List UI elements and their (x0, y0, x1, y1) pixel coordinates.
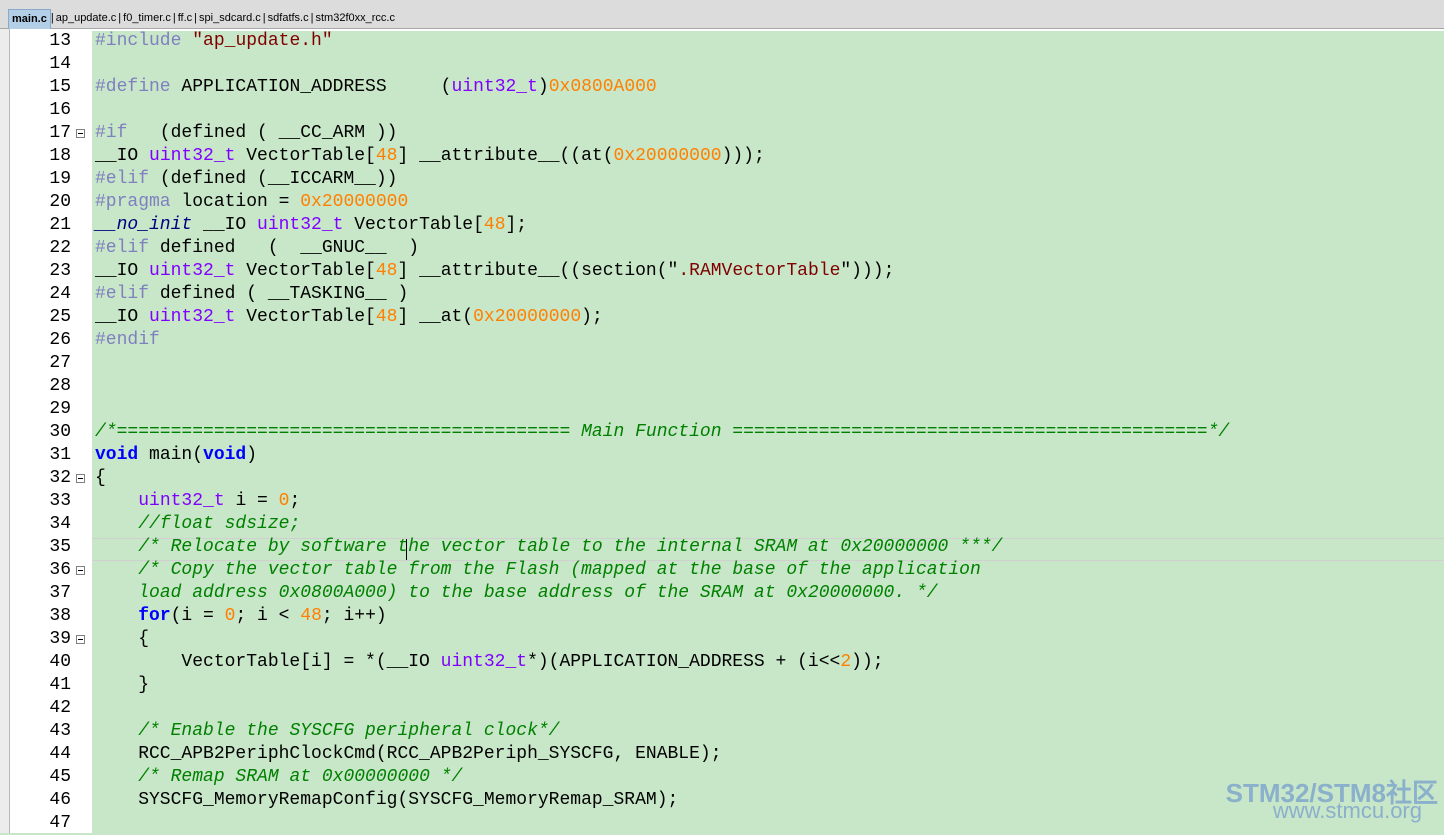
code-line[interactable]: SYSCFG_MemoryRemapConfig(SYSCFG_MemoryRe… (95, 789, 678, 812)
tab-main-c[interactable]: main.c (8, 9, 51, 29)
line-number: 32 (49, 468, 71, 488)
watermark-url: www.stmcu.org (1272, 798, 1422, 823)
code-line[interactable]: { (95, 628, 149, 651)
code-line[interactable]: RCC_APB2PeriphClockCmd(RCC_APB2Periph_SY… (95, 743, 721, 766)
line-number: 31 (49, 445, 71, 465)
bookmark-margin[interactable] (0, 29, 10, 833)
line-number: 18 (49, 146, 71, 166)
code-line[interactable]: } (95, 674, 149, 697)
fold-toggle-icon[interactable] (76, 566, 85, 575)
tab-stm32f0xx-rcc-c[interactable]: stm32f0xx_rcc.c (313, 9, 396, 29)
line-number: 33 (49, 491, 71, 511)
code-line[interactable]: /*======================================… (95, 421, 1229, 444)
tab-f0-timer-c[interactable]: f0_timer.c (121, 9, 173, 29)
fold-toggle-icon[interactable] (76, 129, 85, 138)
code-line[interactable]: /* Enable the SYSCFG peripheral clock*/ (95, 720, 559, 743)
line-number: 13 (49, 31, 71, 51)
line-number: 35 (49, 537, 71, 557)
code-line[interactable]: /* Relocate by software the vector table… (95, 536, 1002, 559)
line-number: 16 (49, 100, 71, 120)
line-number: 28 (49, 376, 71, 396)
code-line[interactable]: #define APPLICATION_ADDRESS (uint32_t)0x… (95, 76, 657, 99)
line-number: 37 (49, 583, 71, 603)
line-number: 22 (49, 238, 71, 258)
text-caret (406, 539, 407, 560)
line-number: 17 (49, 123, 71, 143)
line-number: 23 (49, 261, 71, 281)
code-line[interactable]: #include "ap_update.h" (95, 30, 333, 53)
tab-spi-sdcard-c[interactable]: spi_sdcard.c (197, 9, 263, 29)
code-line[interactable]: for(i = 0; i < 48; i++) (95, 605, 386, 628)
line-number: 38 (49, 606, 71, 626)
code-line[interactable]: __IO uint32_t VectorTable[48] __attribut… (95, 145, 765, 168)
file-tab-bar: main.c | ap_update.c | f0_timer.c | ff.c | spi_s… (0, 0, 1444, 29)
code-line[interactable]: #pragma location = 0x20000000 (95, 191, 408, 214)
code-line[interactable]: load address 0x0800A000) to the base add… (95, 582, 937, 605)
line-number: 21 (49, 215, 71, 235)
line-number: 29 (49, 399, 71, 419)
line-number: 45 (49, 767, 71, 787)
code-line[interactable]: #elif defined ( __TASKING__ ) (95, 283, 408, 306)
code-line[interactable]: VectorTable[i] = *(__IO uint32_t*)(APPLI… (95, 651, 883, 674)
tab-strip: main.c | ap_update.c | f0_timer.c | ff.c | spi_s… (8, 9, 397, 29)
line-number: 46 (49, 790, 71, 810)
tab-ap-update-c[interactable]: ap_update.c (54, 9, 119, 29)
line-number: 43 (49, 721, 71, 741)
code-line[interactable]: #endif (95, 329, 160, 352)
code-line[interactable]: #elif defined ( __GNUC__ ) (95, 237, 419, 260)
code-line[interactable]: __no_init __IO uint32_t VectorTable[48]; (95, 214, 527, 237)
line-number: 47 (49, 813, 71, 833)
line-number: 30 (49, 422, 71, 442)
line-number: 19 (49, 169, 71, 189)
code-line[interactable]: /* Remap SRAM at 0x00000000 */ (95, 766, 462, 789)
code-line[interactable]: #if (defined ( __CC_ARM )) (95, 122, 397, 145)
code-line[interactable]: #elif (defined (__ICCARM__)) (95, 168, 397, 191)
line-number: 20 (49, 192, 71, 212)
code-line[interactable]: void main(void) (95, 444, 257, 467)
line-number: 26 (49, 330, 71, 350)
code-line[interactable]: /* Copy the vector table from the Flash … (95, 559, 981, 582)
fold-toggle-icon[interactable] (76, 474, 85, 483)
line-number: 40 (49, 652, 71, 672)
line-number: 15 (49, 77, 71, 97)
code-line[interactable]: //float sdsize; (95, 513, 300, 536)
line-number: 34 (49, 514, 71, 534)
line-number: 42 (49, 698, 71, 718)
line-number: 36 (49, 560, 71, 580)
line-number: 24 (49, 284, 71, 304)
code-line[interactable]: __IO uint32_t VectorTable[48] __at(0x200… (95, 306, 603, 329)
line-number: 41 (49, 675, 71, 695)
fold-toggle-icon[interactable] (76, 635, 85, 644)
line-number: 14 (49, 54, 71, 74)
code-line[interactable]: { (95, 467, 106, 490)
code-line[interactable]: uint32_t i = 0; (95, 490, 300, 513)
line-number: 27 (49, 353, 71, 373)
code-line[interactable]: __IO uint32_t VectorTable[48] __attribut… (95, 260, 894, 283)
tab-sdfatfs-c[interactable]: sdfatfs.c (266, 9, 311, 29)
line-number: 44 (49, 744, 71, 764)
line-number: 39 (49, 629, 71, 649)
tab-ff-c[interactable]: ff.c (176, 9, 194, 29)
line-number: 25 (49, 307, 71, 327)
